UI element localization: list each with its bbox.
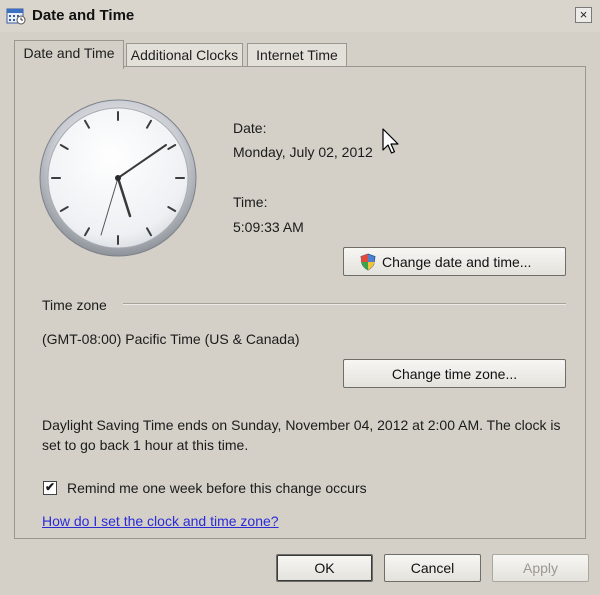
apply-button[interactable]: Apply [492,554,589,582]
time-label: Time: [233,194,268,210]
reminder-checkbox[interactable]: ✔ [43,481,57,495]
date-value: Monday, July 02, 2012 [233,144,373,160]
time-value: 5:09:33 AM [233,219,304,235]
uac-shield-icon [360,253,376,271]
time-zone-section-label: Time zone [42,297,107,313]
window-title: Date and Time [32,7,135,24]
tab-date-and-time[interactable]: Date and Time [14,40,124,69]
close-icon: × [579,7,588,22]
analog-clock [38,98,198,258]
section-divider [123,303,566,305]
calendar-clock-icon [6,8,26,25]
tab-internet-time[interactable]: Internet Time [247,43,347,67]
time-zone-value: (GMT-08:00) Pacific Time (US & Canada) [42,331,300,347]
help-link[interactable]: How do I set the clock and time zone? [42,513,279,529]
reminder-label[interactable]: Remind me one week before this change oc… [67,480,367,496]
change-date-time-button[interactable]: Change date and time... [343,247,566,276]
close-button[interactable]: × [575,7,592,23]
change-time-zone-button[interactable]: Change time zone... [343,359,566,388]
check-mark-icon: ✔ [44,480,56,494]
cancel-button[interactable]: Cancel [384,554,481,582]
tab-additional-clocks[interactable]: Additional Clocks [126,43,243,67]
dst-message: Daylight Saving Time ends on Sunday, Nov… [42,417,561,453]
date-label: Date: [233,120,267,136]
mouse-pointer-icon [382,128,399,154]
title-bar: Date and Time × [0,0,600,32]
change-date-time-label: Change date and time... [382,254,532,270]
clock-face-icon [39,99,197,257]
ok-button[interactable]: OK [276,554,373,582]
